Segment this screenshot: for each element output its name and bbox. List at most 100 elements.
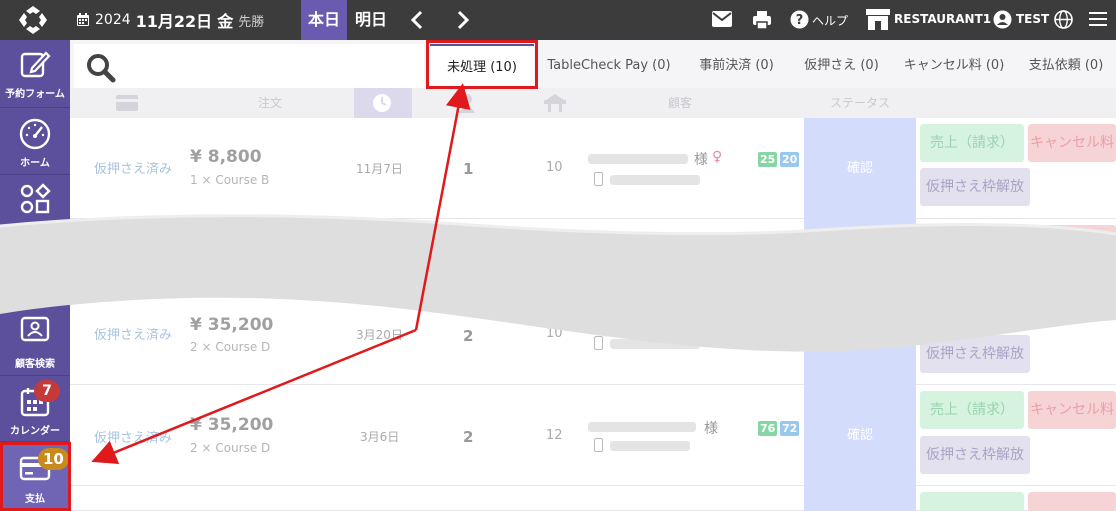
phone-icon (594, 172, 603, 186)
sidebar: 予約フォーム ホーム フロア 顧客検索 7 カレンダー 10 支払 (0, 40, 70, 511)
chevron-left-icon[interactable] (407, 9, 429, 31)
cancel-fee-button[interactable]: キャンセル料 (1028, 225, 1116, 263)
table-row[interactable] (70, 486, 1116, 511)
table-number: 10 (546, 326, 563, 341)
date-display[interactable]: 2024 11月22日 金 先勝 (76, 0, 264, 40)
customer-card-icon (20, 316, 50, 342)
sidebar-item-booking-form[interactable]: 予約フォーム (0, 40, 70, 108)
phone-icon (594, 336, 603, 350)
order-price: ¥ 8,800 (190, 147, 262, 167)
search-box[interactable] (74, 44, 424, 88)
charge-sale-button[interactable]: 売上（請求） (920, 124, 1024, 162)
reservation-date: 3月6日 (360, 430, 400, 444)
highlight-box-tab (426, 40, 538, 89)
column-order[interactable]: 注文 (230, 88, 310, 118)
search-icon[interactable] (86, 53, 116, 83)
sidebar-item-customer-search[interactable]: 顧客検索 (0, 308, 70, 376)
cancel-fee-button[interactable]: キャンセル料 (1028, 391, 1116, 429)
table-column-icon[interactable] (544, 94, 566, 112)
charge-sale-button[interactable]: 売上（請求） (920, 391, 1024, 429)
sidebar-item-label: 顧客検索 (15, 359, 55, 370)
sidebar-item-label: 予約フォーム (5, 89, 65, 100)
year-text: 2024 (95, 12, 131, 28)
sidebar-item-label: フロア (20, 224, 50, 235)
confirm-status[interactable]: 確認 (804, 385, 916, 486)
sidebar-item-home[interactable]: ホーム (0, 108, 70, 175)
phone-number-redacted (610, 441, 690, 451)
restaurant-selector[interactable]: RESTAURANT1 (894, 12, 991, 26)
calendar-count-badge: 7 (34, 380, 60, 402)
phone-icon (594, 438, 603, 452)
user-menu[interactable]: TEST (1016, 12, 1049, 26)
hold-status-link[interactable]: 仮押さえ済み (94, 158, 172, 177)
floor-shapes-icon (20, 183, 51, 214)
hold-status-link[interactable]: 仮押さえ済み (94, 427, 172, 446)
sidebar-item-floor[interactable]: フロア (0, 175, 70, 239)
charge-sale-button[interactable] (920, 492, 1024, 511)
chevron-right-icon[interactable] (451, 9, 473, 31)
globe-icon[interactable] (1054, 10, 1073, 29)
table-row[interactable]: 仮押さえ済み ¥ 8,800 1 × Course B 11月7日 1 10 様… (70, 118, 1116, 219)
guest-count: 2 (463, 327, 474, 345)
order-price: ¥ 35,200 (190, 315, 274, 335)
tab-cancel-fee[interactable]: キャンセル料 (0) (894, 44, 1014, 88)
date-text: 11月22日 (135, 12, 213, 31)
clock-icon (373, 94, 391, 112)
tab-hold[interactable]: 仮押さえ (0) (789, 44, 894, 88)
today-button[interactable]: 本日 (301, 0, 347, 40)
confirm-status[interactable]: 確認 (804, 118, 916, 219)
hamburger-menu-icon[interactable] (1089, 11, 1107, 27)
guest-count: 1 (463, 160, 474, 178)
release-hold-button[interactable]: 仮押さえ枠解放 (920, 168, 1030, 206)
tab-prepayment[interactable]: 事前決済 (0) (684, 44, 789, 88)
release-hold-button[interactable]: 仮押さえ枠解放 (920, 335, 1030, 373)
table-number: 10 (546, 160, 563, 175)
guest-count: 2 (463, 428, 474, 446)
restaurant-icon[interactable] (866, 9, 890, 31)
age-badge: 25 (758, 152, 778, 167)
tablecheck-logo-icon[interactable] (18, 5, 48, 35)
column-customer[interactable]: 顧客 (650, 88, 710, 118)
highlight-box-payment (0, 442, 71, 511)
guests-column-icon[interactable] (458, 93, 476, 113)
reservation-date: 11月7日 (356, 162, 403, 176)
order-price: ¥ 35,200 (190, 415, 274, 435)
female-icon: ♀ (712, 149, 723, 165)
confirm-status[interactable] (804, 486, 916, 511)
column-header: 注文 顧客 ステータス (70, 88, 1116, 118)
table-number: 12 (546, 428, 563, 443)
help-icon[interactable]: ? (790, 10, 809, 29)
hold-status-link[interactable]: 仮押さえ済み (94, 324, 172, 343)
sidebar-item-label: カレンダー (10, 426, 60, 437)
sidebar-item-label: ホーム (20, 158, 50, 169)
tab-payment-request[interactable]: 支払依頼 (0) (1014, 44, 1116, 88)
order-course: 1 × Course B (190, 173, 270, 187)
honorific: 様 (694, 152, 708, 168)
age-badge: 76 (758, 421, 778, 436)
main-content: 未処理 (10) TableCheck Pay (0) 事前決済 (0) 仮押さ… (70, 40, 1116, 511)
cancel-fee-button[interactable] (1028, 492, 1116, 511)
tab-tablecheck-pay[interactable]: TableCheck Pay (0) (534, 44, 684, 88)
table-row[interactable]: 売上（請求） キャンセル料 仮押さえ済み ¥ 35,200 2 × Course… (70, 219, 1116, 385)
confirm-status[interactable] (804, 219, 916, 385)
user-avatar-icon[interactable] (993, 10, 1012, 29)
calendar-icon (77, 13, 89, 26)
help-link[interactable]: ヘルプ (812, 12, 848, 29)
order-course: 2 × Course D (190, 441, 271, 455)
release-hold-button[interactable]: 仮押さえ枠解放 (920, 436, 1030, 474)
customer-name-redacted[interactable] (588, 154, 688, 164)
mail-icon[interactable] (712, 11, 732, 27)
tomorrow-button[interactable]: 明日 (348, 0, 394, 40)
charge-sale-button[interactable]: 売上（請求） (920, 225, 1024, 263)
weekday-text: 金 (217, 12, 234, 31)
age-badge: 20 (780, 152, 800, 167)
card-column-icon[interactable] (116, 95, 138, 111)
cancel-fee-button[interactable]: キャンセル料 (1028, 124, 1116, 162)
table-row[interactable]: 仮押さえ済み ¥ 35,200 2 × Course D 3月6日 2 12 様… (70, 385, 1116, 486)
column-status[interactable]: ステータス (820, 88, 900, 118)
phone-number-redacted (610, 175, 700, 185)
sidebar-item-calendar[interactable]: 7 カレンダー (0, 376, 70, 442)
printer-icon[interactable] (752, 10, 772, 30)
customer-name-redacted[interactable] (588, 422, 696, 432)
age-badge: 72 (780, 421, 800, 436)
